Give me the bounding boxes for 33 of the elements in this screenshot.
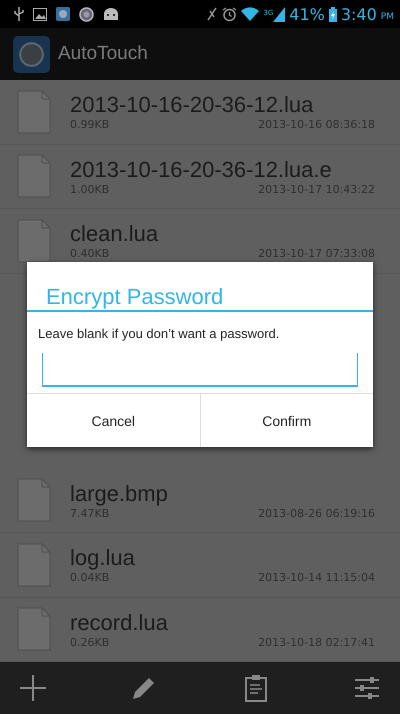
usb-icon [14,7,24,21]
battery-icon [328,6,337,22]
file-name: log.lua [70,545,136,572]
dialog-button[interactable]: Cancel [27,394,200,447]
image-icon [33,8,47,20]
clock-period: PM [380,12,394,22]
file-icon [16,153,52,200]
file-icon [16,477,52,524]
signal-icon [273,6,286,22]
wifi-icon [241,7,260,21]
app-logo-icon [13,36,50,72]
app-title: AutoTouch [58,43,148,65]
file-name: 2013-10-16-20-36-12.lua.e [70,156,333,183]
app-icon [56,7,70,21]
file-name: record.lua [70,610,169,636]
password-field[interactable] [42,353,358,387]
file-icon [16,218,52,264]
dialog-message: Leave blank if you don’t want a password. [37,325,280,341]
robot-icon [103,8,119,20]
file-name: clean.lua [70,221,160,248]
battery-percent: 41% [289,4,325,24]
dialog-button[interactable]: Confirm [200,394,373,447]
alarm-icon [222,6,238,22]
file-name: 2013-10-16-20-36-12.lua [70,92,314,118]
file-icon [16,542,52,588]
file-icon [16,606,52,652]
clock-time: 3:40 [340,4,377,24]
plus-icon [18,673,48,703]
vibrate-off-icon [206,7,218,21]
file-icon [16,88,52,135]
dialog-title: Encrypt Password [27,262,373,312]
file-name: large.bmp [70,480,169,507]
circle-icon [79,6,94,22]
